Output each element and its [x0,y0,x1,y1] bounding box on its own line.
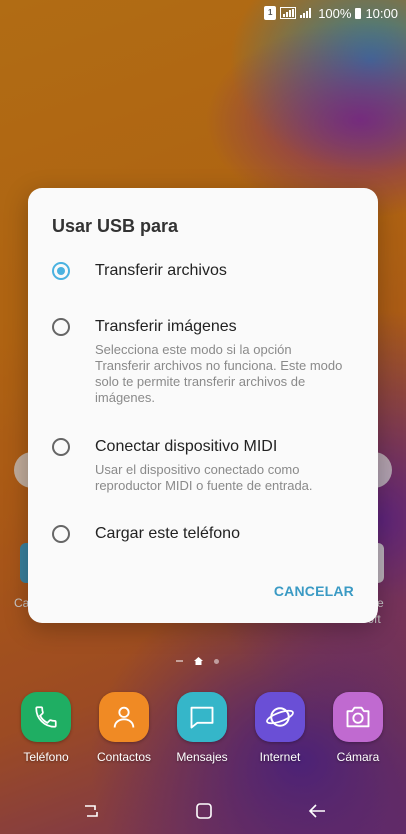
app-camara[interactable]: Cámara [320,692,396,764]
option-description: Usar el dispositivo conectado como repro… [95,462,313,493]
sim-icon: 1 [264,6,277,20]
app-label: Cámara [336,750,380,764]
option-label: Transferir archivos [95,262,227,279]
app-mensajes[interactable]: Mensajes [164,692,240,764]
internet-icon[interactable] [255,692,305,742]
option-label: Conectar dispositivo MIDI [95,438,278,455]
wifi-signal-icon [280,7,297,19]
radio-unselected[interactable] [52,318,70,336]
app-label: Teléfono [23,750,69,764]
page-indicator [176,657,219,665]
phone-icon[interactable] [21,692,71,742]
option-label: Cargar este teléfono [95,525,240,542]
camera-icon[interactable] [333,692,383,742]
battery-icon [355,7,362,19]
app-contactos[interactable]: Contactos [86,692,162,764]
recents-icon[interactable] [78,798,104,824]
clock: 10:00 [365,5,398,21]
navigation-bar [0,790,406,830]
page-indicator-left [176,660,183,662]
app-dock: Teléfono Contactos Mensajes Internet Cám… [0,692,406,772]
radio-selected[interactable] [52,262,70,280]
contacts-icon[interactable] [99,692,149,742]
home-icon[interactable] [191,798,217,824]
app-label: Internet [259,750,301,764]
battery-percent: 100% [318,5,352,21]
home-page-icon [194,657,203,665]
option-description: Selecciona este modo si la opción Transf… [95,342,343,405]
radio-unselected[interactable] [52,438,70,456]
app-label: Contactos [96,750,152,764]
back-icon[interactable] [304,798,330,824]
dialog-title: Usar USB para [52,216,179,236]
cell-signal-icon [300,7,314,19]
app-telefono[interactable]: Teléfono [8,692,84,764]
status-bar: 1 100% 10:00 [0,0,406,26]
app-label: Mensajes [176,750,228,764]
option-label: Transferir imágenes [95,318,237,335]
messages-icon[interactable] [177,692,227,742]
usb-mode-dialog: Usar USB para Transferir archivos Transf… [28,188,378,623]
page-indicator-right [214,658,219,664]
cancel-button[interactable]: CANCELAR [274,583,354,599]
app-internet[interactable]: Internet [242,692,318,764]
radio-unselected[interactable] [52,525,70,543]
